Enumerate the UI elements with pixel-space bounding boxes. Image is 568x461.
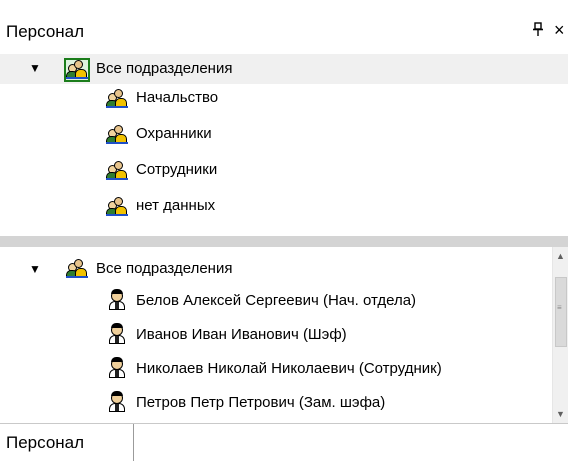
pin-icon[interactable] [533, 22, 543, 41]
scroll-down-icon[interactable]: ▼ [556, 409, 565, 419]
person-icon [109, 289, 125, 311]
panel-title: Персонал [6, 22, 85, 41]
person-icon [109, 357, 125, 379]
tab-label: Персонал [6, 433, 85, 452]
tree-item-label: Белов Алексей Сергеевич (Нач. отдела) [136, 292, 417, 309]
tree-item-label: Сотрудники [136, 161, 218, 178]
tree-item-label: Охранники [136, 125, 212, 142]
group-icon [66, 258, 88, 278]
grip-icon: ≡ [557, 303, 562, 312]
tree-item-label: Все подразделения [96, 60, 233, 77]
close-icon[interactable]: × [554, 21, 565, 39]
splitter[interactable] [0, 236, 568, 247]
expand-toggle-icon[interactable]: ▼ [29, 262, 41, 276]
tree-item-label: Начальство [136, 89, 219, 106]
footer-tab-bar: Персонал [0, 423, 568, 461]
vertical-scrollbar[interactable]: ▲ ≡ ▼ [552, 247, 568, 423]
group-icon [66, 59, 88, 79]
tree-root-row-selected[interactable]: ▼ Все подразделения [0, 54, 568, 84]
group-icon [106, 88, 128, 108]
personnel-tree: ▼ Все подразделения Белов Алексей Сергее… [0, 247, 552, 423]
person-icon [109, 391, 125, 413]
tab-personnel[interactable]: Персонал [0, 424, 134, 461]
tree-item-label: Петров Петр Петрович (Зам. шэфа) [136, 394, 386, 411]
scroll-up-icon[interactable]: ▲ [556, 251, 565, 261]
expand-toggle-icon[interactable]: ▼ [29, 61, 41, 75]
group-icon [106, 124, 128, 144]
tree-item-label: нет данных [136, 197, 216, 214]
tree-item-label: Иванов Иван Иванович (Шэф) [136, 326, 347, 343]
person-icon [109, 323, 125, 345]
tree-item-label: Николаев Николай Николаевич (Сотрудник) [136, 360, 442, 377]
tree-item-label: Все подразделения [96, 260, 233, 277]
departments-tree: ▼ Все подразделения Начальство Охранники… [0, 54, 568, 236]
panel-header: Персонал × [0, 0, 568, 41]
group-icon [106, 160, 128, 180]
tab-bar-empty [134, 424, 568, 461]
group-icon [106, 196, 128, 216]
scroll-thumb[interactable]: ≡ [555, 277, 567, 347]
